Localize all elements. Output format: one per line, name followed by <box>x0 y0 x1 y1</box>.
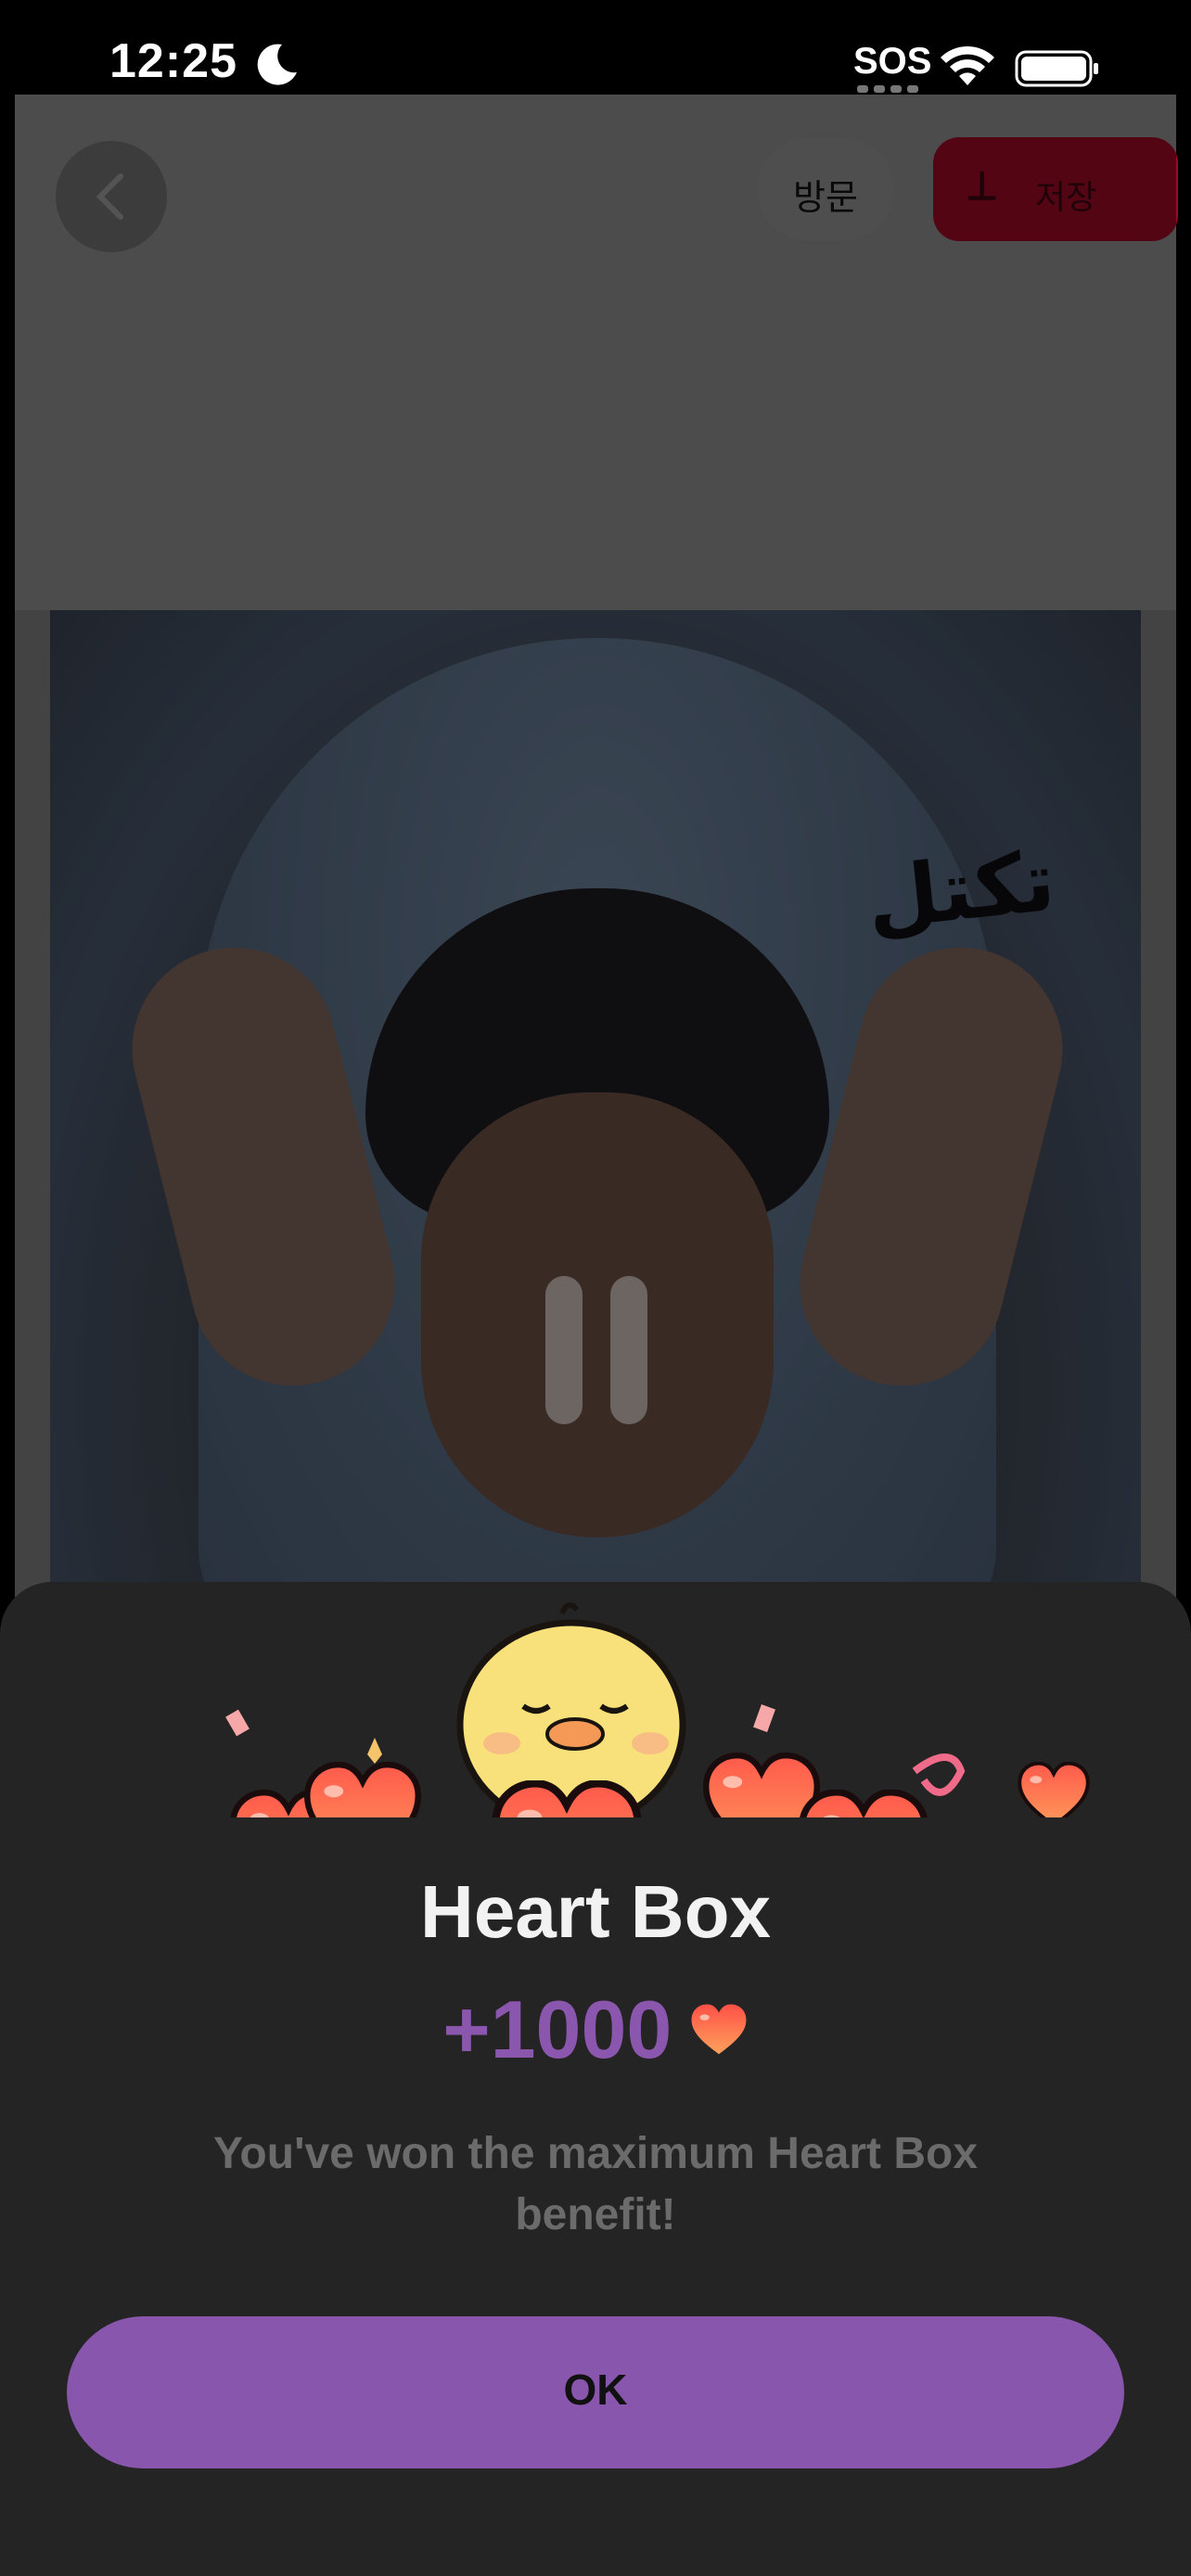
ok-button[interactable]: OK <box>67 2316 1124 2468</box>
sos-indicator: SOS <box>853 41 932 82</box>
battery-icon <box>1015 50 1098 87</box>
signal-dots-icon <box>857 85 918 93</box>
reward-amount-row: +1000 <box>0 1983 1191 2077</box>
wifi-icon <box>941 45 994 85</box>
status-time: 12:25 <box>109 34 237 88</box>
moon-icon <box>257 44 297 85</box>
chick-holding-heart-with-heart-pile-icon <box>225 1601 1090 1817</box>
ok-button-label: OK <box>563 2366 628 2414</box>
popup-message: You've won the maximum Heart Box benefit… <box>212 2129 979 2239</box>
heart-icon <box>691 2004 747 2055</box>
status-bar: 12:25 SOS <box>0 0 1191 95</box>
popup-title: Heart Box <box>420 1870 771 1953</box>
reward-amount: +1000 <box>442 1983 672 2075</box>
